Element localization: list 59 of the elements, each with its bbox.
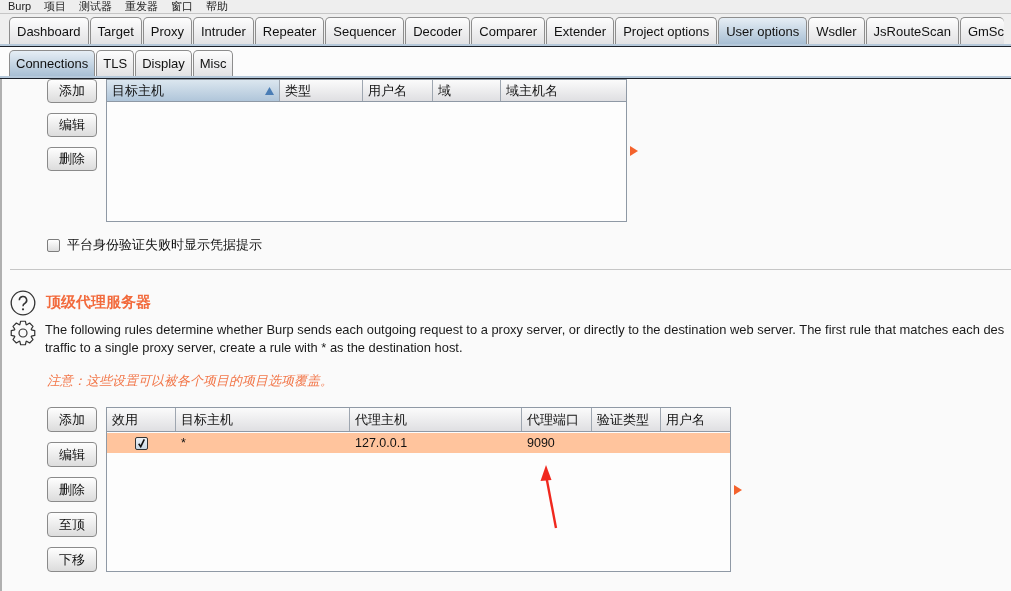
description-text: traffic to a single proxy server, create a rule with * as the destination host. bbox=[45, 339, 464, 357]
column-header[interactable]: 用户名 bbox=[363, 80, 433, 101]
action-button[interactable]: 删除 bbox=[47, 147, 97, 171]
column-header[interactable]: 目标主机 bbox=[176, 408, 350, 431]
triangle-marker-icon[interactable] bbox=[630, 145, 638, 156]
sort-ascending-icon bbox=[265, 86, 274, 95]
column-header[interactable]: 域主机名 bbox=[501, 80, 626, 101]
sub-tab[interactable]: TLS bbox=[96, 50, 135, 76]
column-header[interactable]: 域 bbox=[433, 80, 501, 101]
action-button[interactable]: 添加 bbox=[47, 407, 97, 432]
table-cell-text: * bbox=[180, 436, 187, 450]
column-header[interactable]: 代理端口 bbox=[522, 408, 592, 431]
menu-item[interactable]: 项目 bbox=[44, 0, 67, 13]
main-tab[interactable]: Proxy bbox=[142, 17, 192, 44]
main-tab[interactable]: Target bbox=[89, 17, 142, 44]
action-button[interactable]: 编辑 bbox=[47, 113, 97, 137]
main-tab[interactable]: Repeater bbox=[254, 17, 325, 44]
sub-tab[interactable]: Display bbox=[135, 50, 192, 76]
action-button[interactable]: 至顶 bbox=[47, 512, 97, 537]
sub-tab[interactable]: Misc bbox=[192, 50, 234, 76]
main-tab[interactable]: JsRouteScan bbox=[865, 17, 959, 44]
menu-item[interactable]: 重发器 bbox=[125, 0, 159, 13]
menu-item[interactable]: 测试器 bbox=[79, 0, 113, 13]
triangle-marker-icon[interactable] bbox=[734, 484, 742, 495]
main-tab[interactable]: Extender bbox=[546, 17, 615, 44]
action-button[interactable]: 下移 bbox=[47, 547, 97, 572]
main-tab[interactable]: Decoder bbox=[405, 17, 471, 44]
main-tab[interactable]: Comparer bbox=[471, 17, 546, 44]
main-tab[interactable]: Project options bbox=[615, 17, 718, 44]
main-tab[interactable]: Dashboard bbox=[9, 17, 89, 44]
section-title: 顶级代理服务器 bbox=[46, 293, 151, 312]
checkbox[interactable] bbox=[47, 238, 60, 252]
main-tab[interactable]: Wsdler bbox=[808, 17, 865, 44]
checkbox-label: 平台身份验证失败时显示凭据提示 bbox=[67, 236, 262, 254]
action-button[interactable]: 添加 bbox=[47, 79, 97, 103]
sub-tab[interactable]: Connections bbox=[9, 50, 96, 76]
column-header[interactable]: 用户名 bbox=[661, 408, 730, 431]
help-icon[interactable] bbox=[10, 289, 36, 316]
column-header[interactable]: 代理主机 bbox=[350, 408, 522, 431]
column-header[interactable]: 验证类型 bbox=[592, 408, 661, 431]
checkbox[interactable] bbox=[135, 436, 148, 450]
table-row[interactable]: * 127.0.0.1 9090 bbox=[107, 433, 730, 453]
column-header[interactable]: 类型 bbox=[280, 80, 363, 101]
main-tab[interactable]: Intruder bbox=[193, 17, 254, 44]
table-cell-text: 9090 bbox=[526, 436, 556, 450]
menu-item[interactable]: Burp bbox=[8, 0, 32, 13]
main-tab[interactable]: GmSc bbox=[959, 17, 1005, 44]
action-button[interactable]: 删除 bbox=[47, 477, 97, 502]
column-header[interactable]: 效用 bbox=[107, 408, 176, 431]
description-text: The following rules determine whether Burp sends each outgoing request to a proxy server, or directly to the destination web server. The first rule that matches each des bbox=[45, 321, 1005, 339]
column-header[interactable]: 目标主机 bbox=[107, 80, 280, 101]
main-tab[interactable]: User options bbox=[718, 17, 808, 44]
menu-item[interactable]: 帮助 bbox=[206, 0, 229, 13]
main-tab[interactable]: Sequencer bbox=[325, 17, 405, 44]
table-cell-text: 127.0.0.1 bbox=[354, 436, 409, 450]
note-text: 注意：这些设置可以被各个项目的项目选项覆盖。 bbox=[47, 372, 334, 390]
action-button[interactable]: 编辑 bbox=[47, 442, 97, 467]
menu-item[interactable]: 窗口 bbox=[171, 0, 194, 13]
settings-icon[interactable] bbox=[10, 320, 36, 346]
